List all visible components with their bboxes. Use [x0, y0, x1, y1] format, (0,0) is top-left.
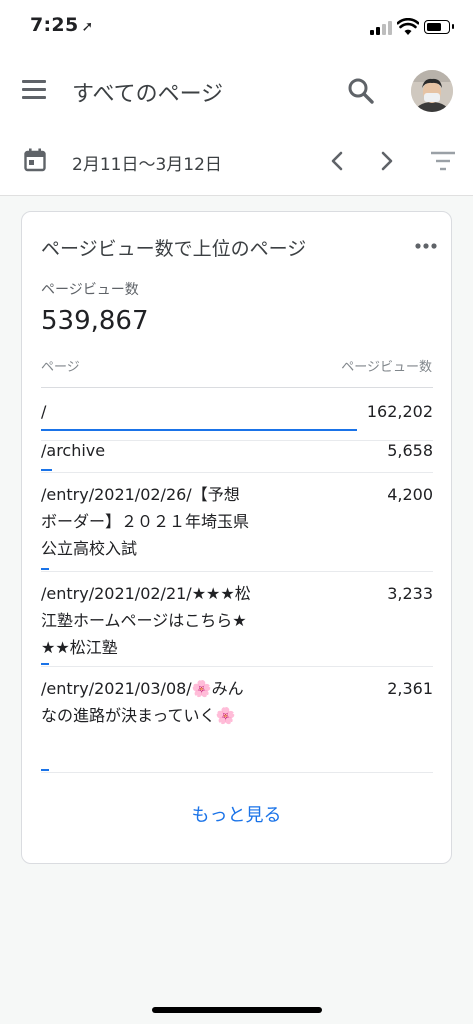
cellular-signal-icon [370, 21, 392, 35]
calendar-icon[interactable] [24, 148, 46, 172]
row-divider [41, 472, 433, 473]
views-bar [41, 663, 49, 665]
chevron-left-icon[interactable] [324, 146, 350, 176]
views-bar [41, 769, 49, 771]
page-path: /entry/2021/02/26/【予想ボーダー】２０２１年埼玉県公立高校入試 [41, 485, 250, 558]
page-path: / [41, 402, 47, 421]
menu-icon[interactable] [22, 80, 48, 100]
views-bar [41, 469, 52, 471]
page-views: 5,658 [387, 441, 433, 460]
page-views: 3,233 [387, 584, 433, 603]
filter-icon[interactable] [430, 150, 456, 172]
views-bar [41, 568, 49, 570]
metric-value: 539,867 [41, 306, 149, 336]
row-divider [41, 571, 433, 572]
app-bar: すべてのページ [0, 56, 473, 126]
wifi-icon [397, 18, 419, 35]
chevron-right-icon[interactable] [374, 146, 400, 176]
page-views: 162,202 [366, 402, 433, 421]
page-views: 4,200 [387, 485, 433, 504]
page-path: /archive [41, 441, 106, 460]
views-bar [41, 429, 357, 431]
row-divider [41, 772, 433, 773]
row-divider [41, 666, 433, 667]
search-icon[interactable] [346, 76, 376, 106]
page-path: /entry/2021/03/08/🌸みんなの進路が決まっていく🌸 [41, 679, 244, 725]
see-more-button[interactable]: もっと見る [22, 801, 451, 827]
more-horizontal-icon[interactable] [415, 242, 437, 250]
page-path: /entry/2021/02/21/★★★松江塾ホームページはこちら★★★松江塾 [41, 584, 251, 657]
status-time-text: 7:25 [30, 14, 79, 36]
status-bar: 7:25 ➚ [0, 0, 473, 56]
battery-icon [424, 20, 454, 34]
date-filter-bar: 2月11日〜3月12日 [0, 126, 473, 196]
date-range-label[interactable]: 2月11日〜3月12日 [72, 150, 222, 175]
page-views: 2,361 [387, 679, 433, 698]
top-pages-card: ページビュー数で上位のページ ページビュー数 539,867 ページ ページビュ… [21, 211, 452, 864]
location-arrow-icon: ➚ [81, 19, 94, 35]
header-divider [41, 387, 433, 388]
metric-label: ページビュー数 [41, 282, 139, 298]
column-header-page: ページ [41, 360, 80, 375]
page-title: すべてのページ [72, 82, 224, 107]
card-title: ページビュー数で上位のページ [41, 238, 307, 260]
status-time: 7:25 ➚ [30, 14, 94, 36]
home-indicator[interactable] [152, 1007, 322, 1013]
avatar[interactable] [411, 70, 453, 112]
column-header-views: ページビュー数 [341, 360, 432, 375]
